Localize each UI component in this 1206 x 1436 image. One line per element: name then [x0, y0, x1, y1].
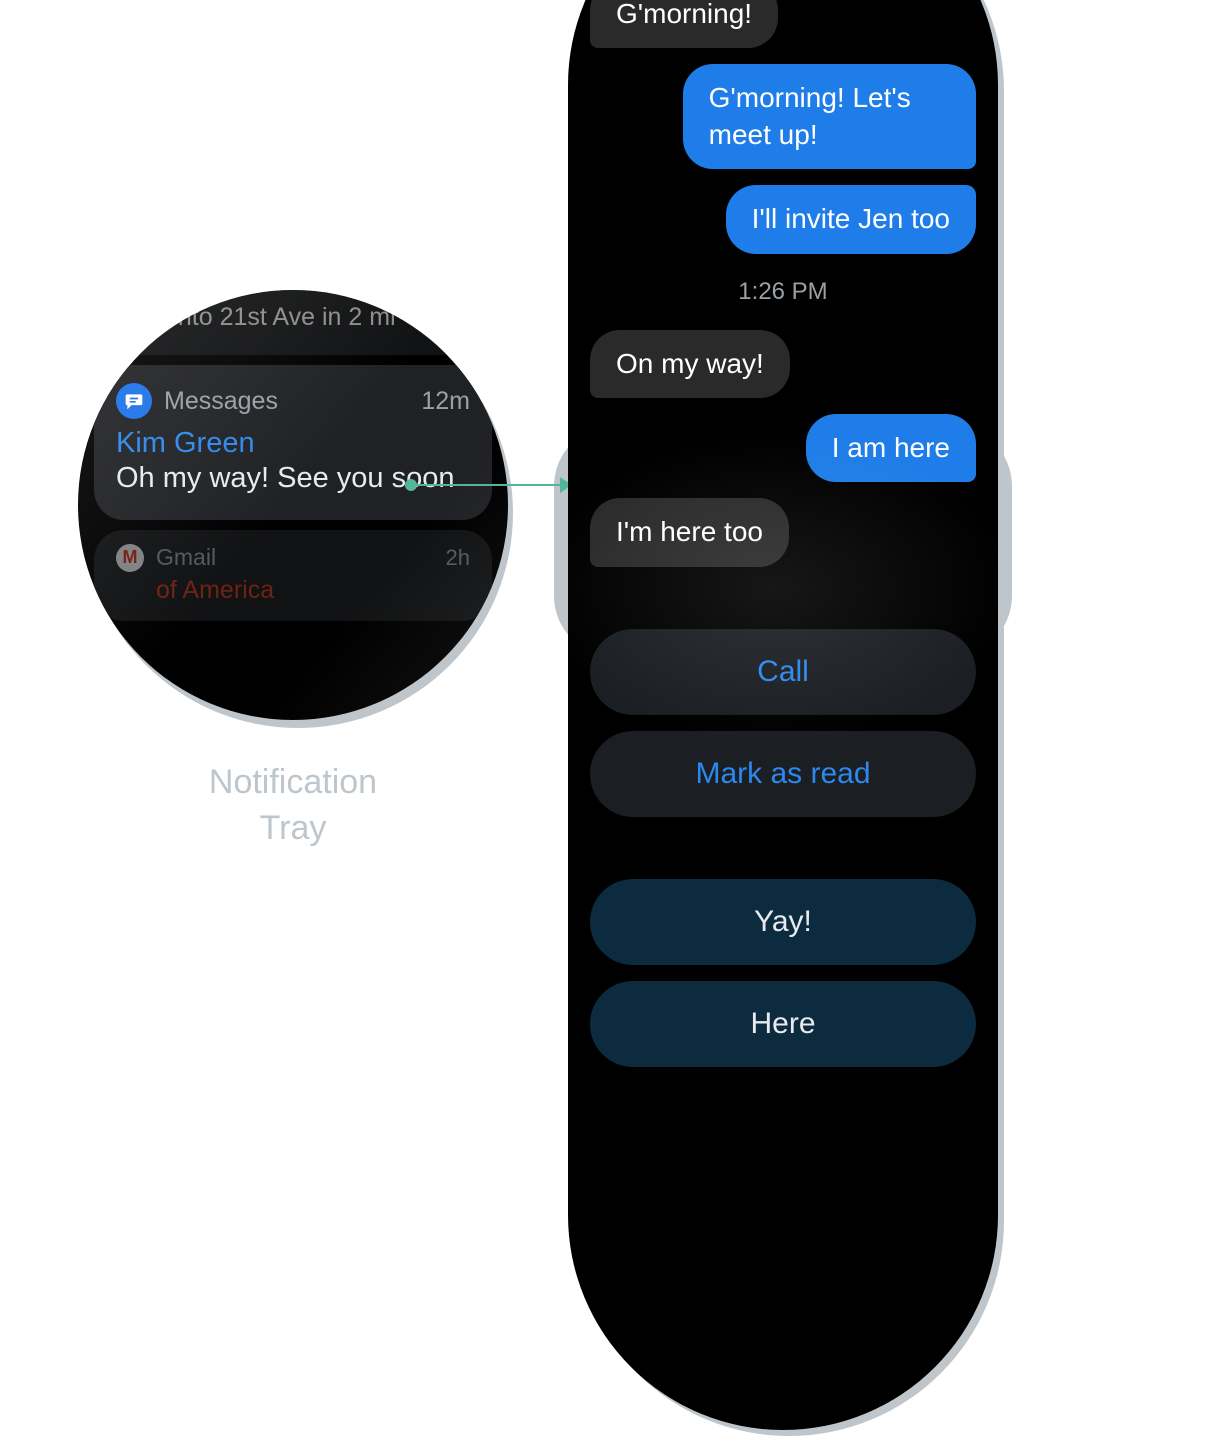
chat-bubble-sent[interactable]: I am here — [806, 414, 976, 482]
tray-caption: Notification Tray — [90, 760, 496, 852]
action-call-button[interactable]: Call — [590, 629, 976, 715]
action-mark-read-button[interactable]: Mark as read — [590, 731, 976, 817]
chat-bubble-sent[interactable]: I'll invite Jen too — [726, 185, 976, 253]
notification-tray-watch: rn right onto 21st Ave in 2 mi Messages … — [78, 290, 508, 720]
caption-line1: Notification — [209, 763, 377, 801]
gmail-subject-fragment: of America — [156, 576, 470, 605]
chat-bubble-received[interactable]: I'm here too — [590, 498, 789, 566]
caption-line2: Tray — [260, 809, 327, 847]
messages-app-name: Messages — [164, 387, 278, 416]
chat-bubble-received[interactable]: G'morning! — [590, 0, 778, 48]
gmail-app-name: Gmail — [156, 544, 216, 571]
messages-app-icon — [116, 383, 152, 419]
chat-timestamp: 1:26 PM — [738, 278, 827, 306]
messages-scroll[interactable]: G'morning! G'morning! Let's meet up! I'l… — [568, 0, 998, 1430]
messages-contact-name: Kim Green — [116, 427, 470, 460]
messages-preview-body: Oh my way! See you soon — [116, 460, 470, 498]
maps-direction-detail: onto 21st Ave in 2 mi — [164, 301, 470, 334]
gmail-app-icon: M — [116, 544, 144, 572]
chat-bubble-sent[interactable]: G'morning! Let's meet up! — [683, 64, 976, 169]
maps-direction-title: rn right — [164, 290, 470, 301]
quick-reply-button[interactable]: Here — [590, 981, 976, 1067]
chat-bubble-received[interactable]: On my way! — [590, 330, 790, 398]
messages-time: 12m — [421, 387, 470, 416]
watch-face: rn right onto 21st Ave in 2 mi Messages … — [78, 290, 508, 720]
messages-detail-strip[interactable]: G'morning! G'morning! Let's meet up! I'l… — [568, 0, 998, 1430]
notification-messages[interactable]: Messages 12m Kim Green Oh my way! See yo… — [94, 365, 492, 520]
connector-line — [410, 484, 565, 486]
quick-reply-button[interactable]: Yay! — [590, 879, 976, 965]
gmail-time: 2h — [446, 545, 470, 571]
notification-gmail[interactable]: M Gmail 2h of America — [94, 530, 492, 621]
notification-maps[interactable]: rn right onto 21st Ave in 2 mi — [94, 290, 492, 355]
